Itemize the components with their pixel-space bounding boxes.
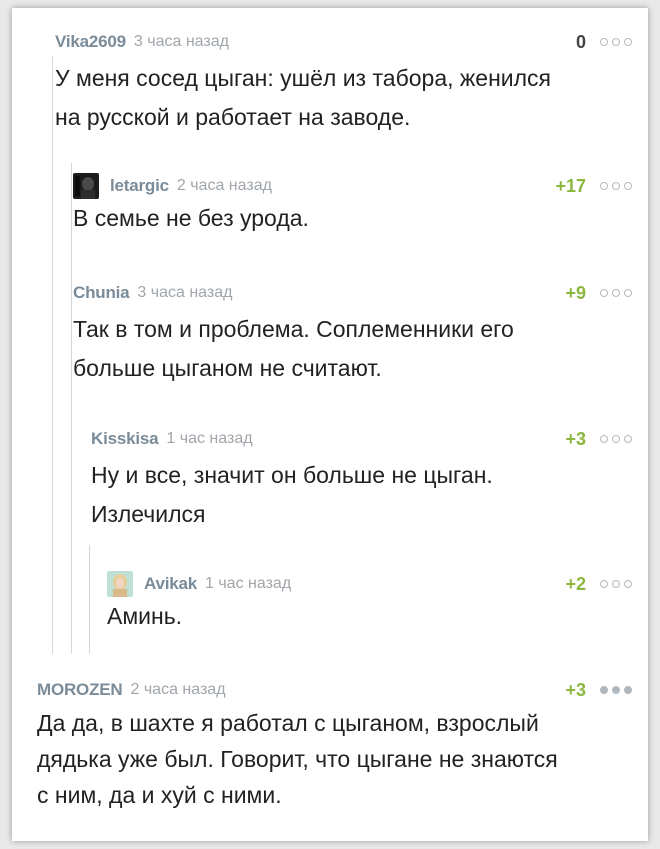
comments-card: Vika2609 3 часа назад 0 У меня сосед цыг… xyxy=(12,8,648,841)
comment-actions: +3 xyxy=(565,679,632,701)
comment-5: Avikak 1 час назад +2 Аминь. xyxy=(107,571,632,636)
comment-6: MOROZEN 2 часа назад +3 Да да, в шахте я… xyxy=(37,679,632,813)
comment-header: Vika2609 3 часа назад 0 xyxy=(55,31,632,53)
comment-author[interactable]: Vika2609 xyxy=(55,32,126,52)
avatar[interactable] xyxy=(73,173,99,199)
comment-header: MOROZEN 2 часа назад +3 xyxy=(37,679,632,701)
comment-author[interactable]: Kisskisa xyxy=(91,429,159,449)
comment-rating: +3 xyxy=(565,428,586,449)
thread-line-1[interactable] xyxy=(52,56,53,654)
comment-actions: +9 xyxy=(565,282,632,304)
comment-actions: 0 xyxy=(576,31,632,53)
comment-time[interactable]: 2 часа назад xyxy=(177,177,272,195)
avatar[interactable] xyxy=(107,571,133,597)
comment-text: Ну и все, значит он больше не цыган. Изл… xyxy=(91,462,493,527)
comment-4: Kisskisa 1 час назад +3 Ну и все, значит… xyxy=(91,428,632,534)
more-dots-icon[interactable] xyxy=(600,182,632,190)
thread-line-3[interactable] xyxy=(71,383,72,654)
comment-actions: +17 xyxy=(555,175,632,197)
comment-header: Chunia 3 часа назад +9 xyxy=(73,282,632,304)
comment-author[interactable]: letargic xyxy=(110,176,169,196)
comment-time[interactable]: 1 час назад xyxy=(205,575,291,593)
comment-header: letargic 2 часа назад +17 xyxy=(73,173,632,199)
comment-text: Да да, в шахте я работал с цыганом, взро… xyxy=(37,710,558,808)
comment-time[interactable]: 3 часа назад xyxy=(134,33,229,51)
comment-author[interactable]: Chunia xyxy=(73,283,130,303)
comment-actions: +3 xyxy=(565,428,632,450)
comment-header: Avikak 1 час назад +2 xyxy=(107,571,632,597)
more-dots-icon[interactable] xyxy=(600,686,632,694)
comment-rating: +9 xyxy=(565,282,586,303)
comment-text: У меня сосед цыган: ушёл из табора, жени… xyxy=(55,65,551,130)
comment-author[interactable]: MOROZEN xyxy=(37,680,123,700)
comment-time[interactable]: 1 час назад xyxy=(166,430,252,448)
more-dots-icon[interactable] xyxy=(600,435,632,443)
comment-text: В семье не без урода. xyxy=(73,205,309,231)
comment-time[interactable]: 3 часа назад xyxy=(137,284,232,302)
comment-3: Chunia 3 часа назад +9 Так в том и пробл… xyxy=(73,282,632,388)
comment-rating: +2 xyxy=(565,573,586,594)
comment-rating: +3 xyxy=(565,679,586,700)
comment-rating: +17 xyxy=(555,175,586,196)
more-dots-icon[interactable] xyxy=(600,38,632,46)
comment-time[interactable]: 2 часа назад xyxy=(130,681,225,699)
comment-1: Vika2609 3 часа назад 0 У меня сосед цыг… xyxy=(55,31,632,137)
thread-line-4[interactable] xyxy=(89,545,90,654)
more-dots-icon[interactable] xyxy=(600,289,632,297)
comment-text: Аминь. xyxy=(107,603,183,629)
comment-actions: +2 xyxy=(565,573,632,595)
more-dots-icon[interactable] xyxy=(600,580,632,588)
comment-text: Так в том и проблема. Соплеменники его б… xyxy=(73,316,514,381)
comment-rating: 0 xyxy=(575,31,586,52)
comment-2: letargic 2 часа назад +17 В семье не без… xyxy=(73,173,632,238)
comment-author[interactable]: Avikak xyxy=(144,574,197,594)
comment-header: Kisskisa 1 час назад +3 xyxy=(91,428,632,450)
